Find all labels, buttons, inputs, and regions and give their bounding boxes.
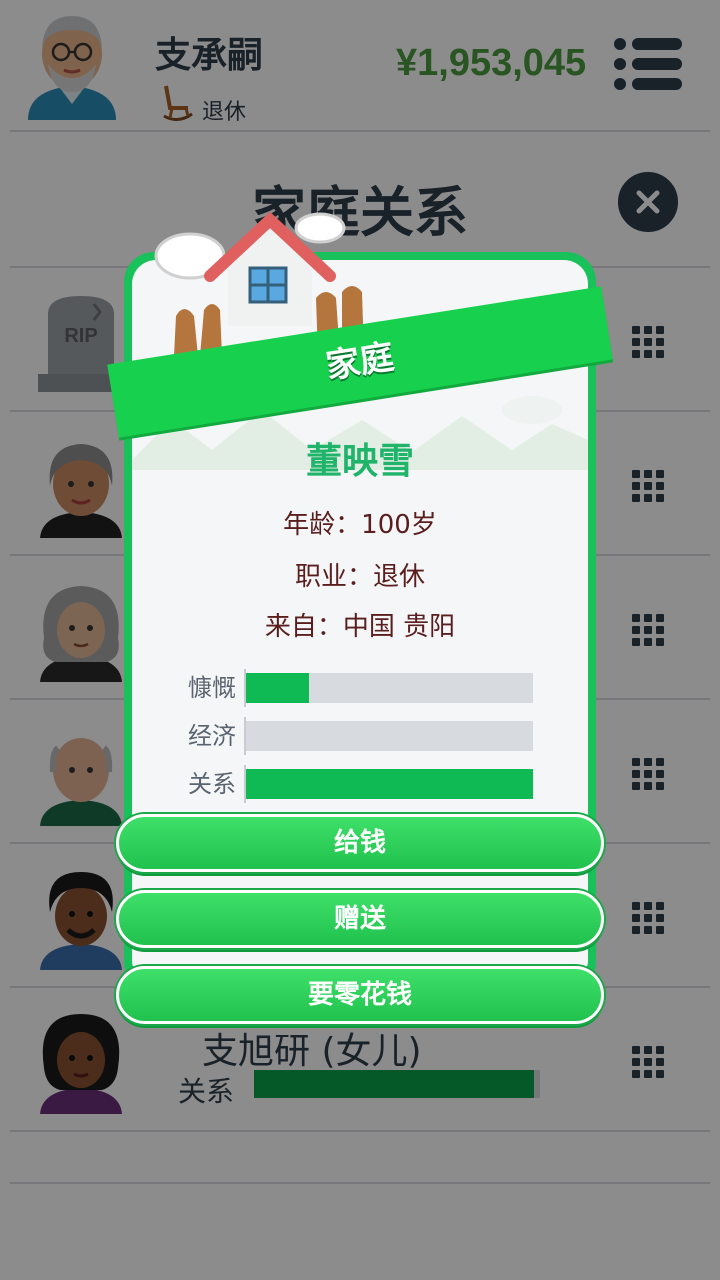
stat-generosity: 慷慨 [170, 669, 550, 707]
stat-bar [246, 673, 533, 703]
stat-relationship: 关系 [170, 765, 550, 803]
member-age: 年龄：100岁 [283, 510, 437, 540]
stat-bar-fill [246, 673, 310, 703]
stat-bar-fill [246, 769, 533, 799]
give-money-button[interactable]: 给钱 [116, 814, 604, 872]
ask-allowance-button[interactable]: 要零花钱 [116, 966, 604, 1024]
member-job: 职业：退休 [294, 562, 425, 592]
stat-wealth: 经济 [170, 717, 550, 755]
stat-bar [246, 769, 533, 799]
stat-label: 经济 [188, 722, 236, 750]
member-name: 董映雪 [305, 441, 414, 482]
stat-label: 慷慨 [188, 674, 236, 702]
stat-label: 关系 [188, 770, 236, 798]
gift-button[interactable]: 赠送 [116, 890, 604, 948]
member-origin: 来自：中国 贵阳 [264, 612, 456, 642]
stat-bar [246, 721, 533, 751]
